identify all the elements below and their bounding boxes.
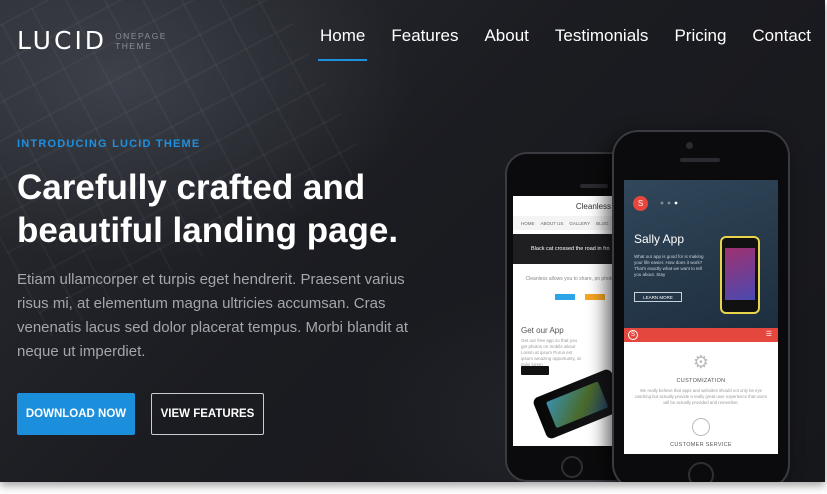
hero-description: Etiam ullamcorper et turpis eget hendrer… [17,271,409,360]
phone-home-button [561,456,583,478]
nav-item-testimonials[interactable]: Testimonials [555,26,649,62]
mockup-mini-button [555,294,575,300]
mockup-phone-image-screen [545,381,609,429]
gear-icon: ⚙ [692,352,710,372]
phone-speaker [580,184,608,188]
google-play-badge [521,366,549,375]
mockup-brand: Cleanless [575,202,611,211]
nav-item-about[interactable]: About [484,26,528,62]
mockup-learn-more: LEARN MORE [634,292,682,302]
mockup-red-bar: S ☰ [624,328,778,342]
phone-speaker [680,158,720,162]
nav-item-contact[interactable]: Contact [752,26,811,62]
mockup-nav-item: HOME [521,220,535,226]
nav-item-pricing[interactable]: Pricing [674,26,726,62]
mockup-nav-item: GALLERY [569,220,591,226]
mockup-caption-customization: CUSTOMIZATION [676,378,726,384]
mockup-inner-phone-screen [725,248,755,300]
mockup-nav-item: BLOG [596,220,609,226]
phone-camera [686,142,693,149]
logo-subtitle-line1: ONEPAGE [115,30,167,41]
mockup-nav: HOME ABOUT US GALLERY BLOG [513,216,625,230]
phone-screen-front: S Sally App What our app is good for is … [624,180,778,454]
clock-icon [692,418,710,436]
mockup-banner: Black cat crossed the road in fro [513,234,625,264]
hero-section: LUCID ONEPAGE THEME Home Features About … [0,0,825,482]
phone-home-button [688,462,714,482]
hero-eyebrow: INTRODUCING LUCID THEME [17,138,201,150]
mockup-text: Cleanless allows you to share, po photos [525,276,617,282]
mockup-mini-button [585,294,605,300]
hero-headline: Carefully crafted and beautiful landing … [17,168,399,250]
mockup-caption-customer-service: CUSTOMER SERVICE [670,442,732,448]
mockup-logo-badge: S [633,196,648,211]
mockup-app-description: What our app is good for is making your … [634,254,704,277]
mockup-hero: S Sally App What our app is good for is … [624,180,778,328]
logo-subtitle-line2: THEME [115,40,153,51]
mockup-bar-badge: S [628,330,638,340]
mockup-subtext: Get our free app so that you get photos … [521,338,581,367]
mockup-inner-phone [720,236,760,314]
carousel-dots [660,201,678,205]
mockup-nav-item: ABOUT US [540,220,564,226]
mockup-app-title: Sally App [634,232,685,246]
mockup-subheading: Get our App [521,326,564,335]
menu-icon: ☰ [765,331,772,338]
nav-item-home[interactable]: Home [317,26,368,62]
logo-name: LUCID [17,26,108,55]
view-features-button[interactable]: VIEW FEATURES [151,393,264,435]
phone-mockup-front: S Sally App What our app is good for is … [612,130,790,482]
site-logo[interactable]: LUCID ONEPAGE THEME [17,26,167,55]
mockup-paragraph: We really believe that apps and websites… [634,388,768,405]
download-now-button[interactable]: DOWNLOAD NOW [17,393,135,435]
main-nav: Home Features About Testimonials Pricing… [294,26,811,62]
nav-item-features[interactable]: Features [391,26,458,62]
phone-screen-back: Cleanless HOME ABOUT US GALLERY BLOG Bla… [513,196,625,446]
logo-subtitle: ONEPAGE THEME [115,31,167,51]
